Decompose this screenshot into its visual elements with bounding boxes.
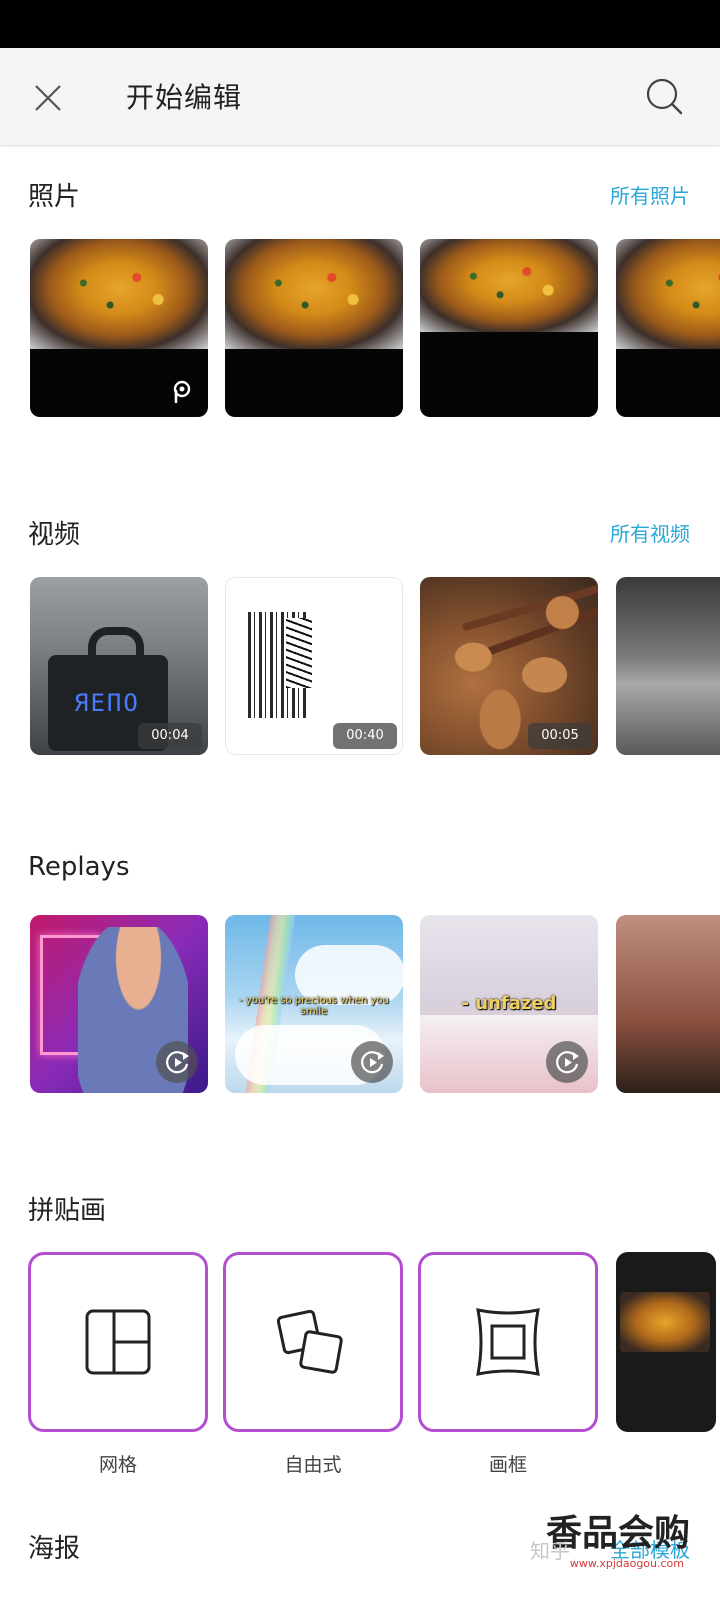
template-image — [620, 1292, 710, 1352]
video-thumbnail[interactable] — [616, 577, 720, 755]
watermark-text: 知乎 — [530, 1539, 570, 1563]
grid-icon — [85, 1309, 151, 1375]
collage-frame-button[interactable] — [418, 1252, 598, 1432]
video-thumbnail[interactable]: 00:05 — [420, 577, 598, 755]
speaker-display: ЯЕПО — [74, 689, 140, 717]
photo-image — [616, 239, 720, 350]
replay-thumbnail[interactable]: - unfazed — [420, 915, 598, 1093]
photo-dark-area — [225, 349, 403, 417]
chopstick — [461, 582, 598, 632]
replay-icon — [166, 1051, 189, 1074]
search-button[interactable] — [644, 76, 684, 116]
replay-thumbnail[interactable] — [616, 915, 720, 1093]
collage-grid-label: 网格 — [98, 1454, 137, 1476]
chopstick — [473, 601, 598, 661]
collage-grid-button[interactable] — [28, 1252, 208, 1432]
photos-row — [0, 239, 720, 419]
photo-thumbnail[interactable] — [225, 239, 403, 417]
frame-icon — [476, 1308, 540, 1376]
collage-freestyle-label: 自由式 — [284, 1454, 342, 1476]
replays-row: - you're so precious when you smile - un… — [0, 915, 720, 1095]
videos-section-title: 视频 — [28, 520, 81, 550]
collage-frame-label: 画框 — [488, 1454, 527, 1476]
photo-thumbnail[interactable] — [616, 239, 720, 417]
picsart-icon — [173, 380, 191, 403]
collage-row — [0, 1252, 720, 1434]
replay-thumbnail[interactable] — [30, 915, 208, 1093]
collage-section-title: 拼贴画 — [28, 1196, 107, 1226]
replay-button[interactable] — [156, 1041, 198, 1083]
replay-thumbnail[interactable]: - you're so precious when you smile — [225, 915, 403, 1093]
status-bar — [0, 0, 720, 48]
scribble — [286, 618, 312, 688]
search-icon — [646, 78, 683, 115]
photo-image — [420, 239, 598, 332]
page-title: 开始编辑 — [126, 81, 243, 114]
all-photos-link[interactable]: 所有照片 — [610, 180, 690, 209]
photo-thumbnail[interactable] — [30, 239, 208, 417]
photo-image — [30, 239, 208, 350]
replay-caption: - unfazed — [461, 993, 557, 1014]
replay-button[interactable] — [351, 1041, 393, 1083]
video-image — [616, 577, 720, 755]
photo-thumbnail[interactable] — [420, 239, 598, 417]
replay-icon — [556, 1051, 579, 1074]
close-icon — [35, 85, 61, 111]
video-duration: 00:05 — [528, 723, 592, 749]
watermark-url: www.xpjdaogou.com — [569, 1557, 684, 1570]
replays-section-title: Replays — [28, 852, 130, 882]
video-duration: 00:04 — [138, 723, 202, 749]
replay-caption: - you're so precious when you smile — [239, 995, 389, 1017]
speaker-handle — [88, 627, 144, 661]
photo-dark-area — [420, 331, 598, 417]
freestyle-icon — [276, 1309, 343, 1374]
photo-image — [225, 239, 403, 350]
video-duration: 00:40 — [333, 723, 397, 749]
collage-template-thumbnail[interactable] — [616, 1252, 716, 1432]
video-thumbnail[interactable]: 00:40 — [225, 577, 403, 755]
replay-image — [616, 915, 720, 1093]
videos-row: ЯЕПО 00:04 00:40 00:05 — [0, 577, 720, 757]
all-videos-link[interactable]: 所有视频 — [610, 518, 690, 547]
poster-section-title: 海报 — [28, 1534, 81, 1564]
collage-freestyle-button[interactable] — [223, 1252, 403, 1432]
replay-button[interactable] — [546, 1041, 588, 1083]
video-thumbnail[interactable]: ЯЕПО 00:04 — [30, 577, 208, 755]
replay-icon — [361, 1051, 384, 1074]
top-app-bar: 开始编辑 — [0, 48, 720, 146]
close-button[interactable] — [28, 78, 68, 118]
photos-section-title: 照片 — [28, 182, 81, 212]
photo-dark-area — [616, 349, 720, 417]
